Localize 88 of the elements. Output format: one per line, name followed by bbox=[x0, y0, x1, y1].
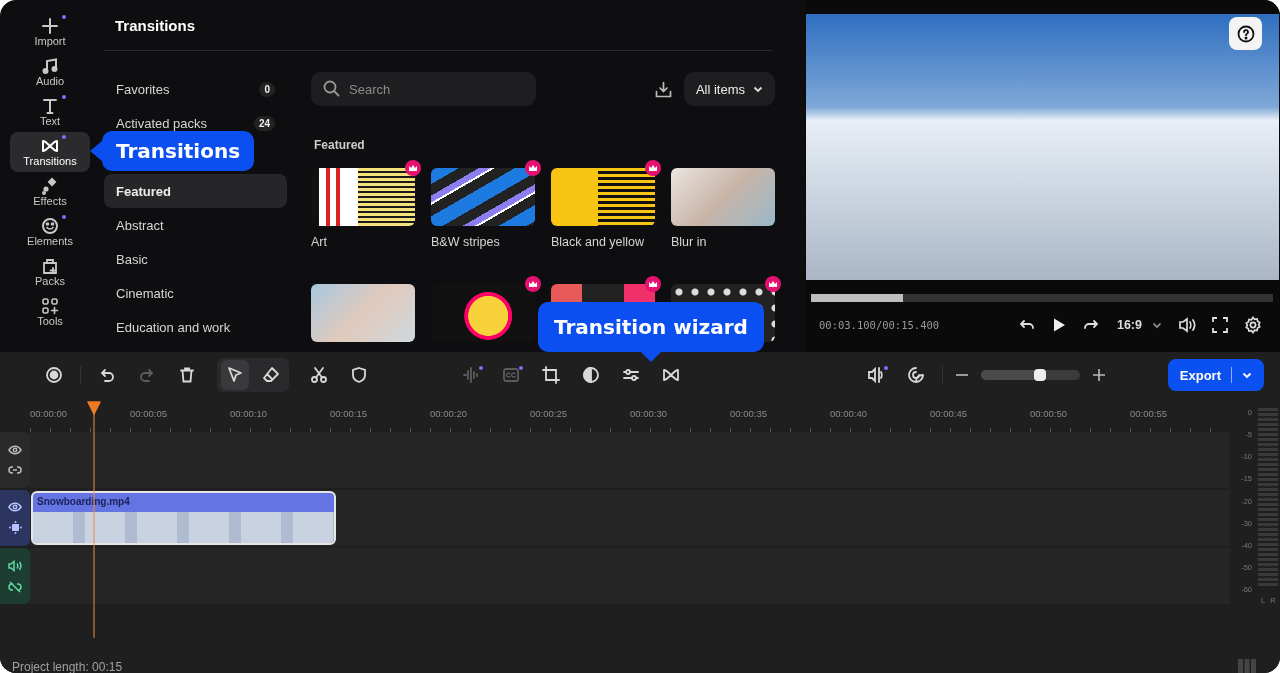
sidebar-item[interactable]: Audio bbox=[10, 52, 90, 92]
time-display: 00:03.100/00:15.400 bbox=[819, 319, 940, 331]
tooltip: Transitions bbox=[90, 131, 255, 171]
section-title: Featured bbox=[314, 138, 366, 152]
ruler-label: 00:00:05 bbox=[130, 408, 167, 419]
waveform-icon bbox=[462, 366, 480, 384]
zoom-in-icon[interactable] bbox=[1091, 368, 1106, 382]
ruler-label: 00:00:10 bbox=[230, 408, 267, 419]
bag-plus-icon bbox=[41, 257, 59, 275]
record-icon bbox=[45, 366, 63, 384]
grid-plus-icon bbox=[41, 297, 59, 315]
unlink-icon[interactable] bbox=[8, 580, 22, 593]
panel-title: Transitions bbox=[114, 16, 196, 34]
transition-label: B&W stripes bbox=[431, 235, 501, 249]
bowtie-icon bbox=[41, 137, 59, 155]
sidebar-item[interactable]: Text bbox=[10, 92, 90, 132]
chevron-down-icon bbox=[1152, 321, 1162, 329]
cursor-icon bbox=[226, 366, 244, 384]
scissors-icon bbox=[310, 366, 328, 384]
tooltip-pointer bbox=[640, 352, 661, 362]
count-badge: 24 bbox=[253, 115, 275, 131]
sidebar-item[interactable]: Tools bbox=[10, 292, 90, 332]
trash-icon bbox=[178, 366, 196, 384]
sidebar-item[interactable]: Packs bbox=[10, 252, 90, 292]
search-icon bbox=[323, 80, 340, 97]
sparkle-icon bbox=[41, 177, 59, 195]
aspect-ratio-dropdown[interactable]: 16:9 bbox=[1116, 318, 1162, 332]
ruler-label: 00:00:15 bbox=[330, 408, 367, 419]
ruler-label: 00:00:00 bbox=[30, 408, 67, 419]
tooltip: Transition wizard bbox=[538, 302, 764, 362]
sliders-icon bbox=[622, 366, 640, 384]
category-item[interactable]: Favorites 0 bbox=[104, 72, 287, 106]
plus-icon bbox=[41, 17, 59, 35]
thumbnail-drawing[interactable] bbox=[551, 168, 655, 226]
transition-label: Blur in bbox=[671, 235, 708, 249]
ruler-label: 00:00:40 bbox=[830, 408, 867, 419]
ruler-label: 00:00:50 bbox=[1030, 408, 1067, 419]
captions-icon bbox=[502, 366, 520, 384]
half-circle-icon bbox=[582, 366, 600, 384]
category-item[interactable]: Cinematic bbox=[104, 276, 287, 310]
help-icon bbox=[1236, 24, 1255, 43]
tooltip-pointer bbox=[90, 141, 102, 161]
category-item[interactable]: Featured bbox=[104, 174, 287, 208]
smiley-icon bbox=[41, 217, 59, 235]
download-icon[interactable] bbox=[654, 80, 672, 98]
speaker-icon[interactable] bbox=[8, 559, 22, 572]
sidebar-item[interactable]: Elements bbox=[10, 212, 90, 252]
chevron-down-icon bbox=[1242, 371, 1252, 379]
text-icon bbox=[41, 97, 59, 115]
transition-label: Art bbox=[311, 235, 328, 249]
eye-icon[interactable] bbox=[8, 502, 22, 512]
transition-label: Black and yellow bbox=[551, 235, 646, 249]
export-button[interactable]: Export bbox=[1167, 359, 1264, 391]
volume-icon[interactable] bbox=[1178, 317, 1196, 333]
music-note-icon bbox=[41, 57, 59, 75]
ruler-label: 00:00:25 bbox=[530, 408, 567, 419]
category-item[interactable]: Abstract bbox=[104, 208, 287, 242]
ruler-label: 00:00:35 bbox=[730, 408, 767, 419]
category-item[interactable]: Education and work bbox=[104, 310, 287, 344]
bowtie-icon bbox=[662, 366, 680, 384]
link-icon[interactable] bbox=[8, 463, 22, 476]
sidebar-item[interactable]: Transitions bbox=[10, 132, 90, 172]
ruler-label: 00:00:20 bbox=[430, 408, 467, 419]
sidebar-item[interactable]: Effects bbox=[10, 172, 90, 212]
ruler-label: 00:00:55 bbox=[1130, 408, 1167, 419]
thumbnail-drawing[interactable] bbox=[431, 168, 535, 226]
eraser-icon bbox=[262, 366, 280, 384]
ruler-label: 00:00:45 bbox=[930, 408, 967, 419]
shield-icon bbox=[350, 366, 368, 384]
select-tool[interactable] bbox=[221, 360, 249, 390]
project-length: Project length: 00:15 bbox=[12, 660, 123, 673]
zoom-slider[interactable] bbox=[980, 370, 1080, 380]
count-badge: 0 bbox=[259, 81, 275, 97]
search-field[interactable]: Search bbox=[311, 72, 536, 106]
category-item[interactable]: Basic bbox=[104, 242, 287, 276]
crop-icon bbox=[542, 366, 560, 384]
slider-thumb[interactable] bbox=[1034, 369, 1047, 381]
ruler-label: 00:00:30 bbox=[630, 408, 667, 419]
sidebar-item[interactable]: Import bbox=[10, 12, 90, 52]
fullscreen-icon[interactable] bbox=[1212, 317, 1228, 333]
progress-bar[interactable] bbox=[811, 294, 1273, 302]
filter-dropdown[interactable]: All items bbox=[683, 72, 775, 106]
undo-icon bbox=[98, 366, 116, 384]
eye-icon[interactable] bbox=[8, 444, 22, 455]
help-button[interactable] bbox=[1229, 17, 1262, 50]
redo-icon bbox=[138, 366, 156, 384]
settings-icon[interactable] bbox=[1244, 316, 1262, 334]
chevron-down-icon bbox=[753, 85, 763, 93]
